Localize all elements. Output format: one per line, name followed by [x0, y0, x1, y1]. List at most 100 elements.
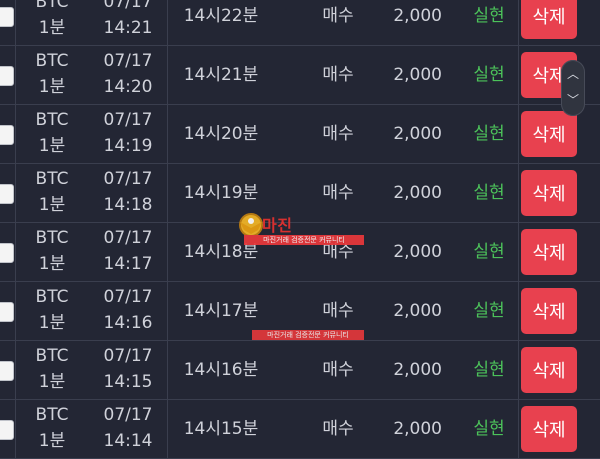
datetime-cell: 07/17 14:14 [96, 402, 160, 454]
column-divider [518, 0, 519, 45]
column-divider [15, 223, 16, 281]
row-checkbox[interactable] [0, 184, 14, 204]
symbol-label: BTC [35, 0, 69, 12]
delete-button[interactable]: 삭제 [521, 347, 577, 393]
symbol-cell: BTC 1분 [24, 0, 80, 41]
column-divider [15, 400, 16, 458]
watermark-subtitle: 마진거래 검증전문 커뮤니티 [244, 235, 364, 245]
column-divider [15, 282, 16, 340]
row-checkbox[interactable] [0, 420, 14, 440]
row-checkbox[interactable] [0, 302, 14, 322]
symbol-label: BTC [35, 228, 69, 248]
watermark-title: 마진 [262, 216, 293, 235]
amount-label: 2,000 [393, 242, 442, 262]
date-label: 07/17 [103, 110, 153, 130]
symbol-cell: BTC 1분 [24, 225, 80, 277]
round-label: 14시20분 [183, 124, 259, 144]
status-label: 실현 [473, 301, 505, 321]
time-label: 14:21 [103, 18, 153, 38]
chevron-down-icon[interactable]: ﹀ [561, 94, 585, 106]
side-label: 매수 [322, 65, 354, 85]
symbol-label: BTC [35, 110, 69, 130]
column-divider [15, 164, 16, 222]
round-label: 14시16분 [183, 360, 259, 380]
symbol-label: BTC [35, 287, 69, 307]
side-label: 매수 [322, 419, 354, 439]
column-divider [518, 164, 519, 222]
date-label: 07/17 [103, 287, 153, 307]
status-label: 실현 [473, 360, 505, 380]
amount-label: 2,000 [393, 65, 442, 85]
column-divider [518, 105, 519, 163]
delete-button[interactable]: 삭제 [521, 170, 577, 216]
symbol-cell: BTC 1분 [24, 48, 80, 100]
trade-row: BTC 1분 07/17 14:14 14시15분 매수 2,000 실현 삭제 [0, 400, 600, 459]
time-label: 14:17 [103, 254, 153, 274]
round-label: 14시22분 [183, 6, 259, 26]
round-label: 14시15분 [183, 419, 259, 439]
time-label: 14:20 [103, 77, 153, 97]
row-checkbox[interactable] [0, 243, 14, 263]
column-divider [518, 341, 519, 399]
status-label: 실현 [473, 6, 505, 26]
symbol-label: BTC [35, 51, 69, 71]
interval-label: 1분 [38, 254, 66, 274]
delete-button[interactable]: 삭제 [521, 229, 577, 275]
symbol-label: BTC [35, 346, 69, 366]
column-divider [15, 105, 16, 163]
delete-button[interactable]: 삭제 [521, 0, 577, 39]
symbol-cell: BTC 1분 [24, 166, 80, 218]
watermark-subtitle-repeat: 마진거래 검증전문 커뮤니티 [252, 330, 364, 340]
side-label: 매수 [322, 360, 354, 380]
symbol-cell: BTC 1분 [24, 284, 80, 336]
date-label: 07/17 [103, 169, 153, 189]
status-label: 실현 [473, 242, 505, 262]
column-divider [518, 46, 519, 104]
round-label: 14시21분 [183, 65, 259, 85]
symbol-label: BTC [35, 405, 69, 425]
chevron-up-icon[interactable]: ︿ [561, 68, 585, 80]
amount-label: 2,000 [393, 360, 442, 380]
row-checkbox[interactable] [0, 66, 14, 86]
status-label: 실현 [473, 124, 505, 144]
status-label: 실현 [473, 183, 505, 203]
scroll-control[interactable]: ︿ ﹀ [561, 60, 585, 116]
column-divider [15, 341, 16, 399]
interval-label: 1분 [38, 431, 66, 451]
row-checkbox[interactable] [0, 125, 14, 145]
date-label: 07/17 [103, 405, 153, 425]
time-label: 14:19 [103, 136, 153, 156]
row-checkbox[interactable] [0, 361, 14, 381]
column-divider [518, 282, 519, 340]
time-label: 14:16 [103, 313, 153, 333]
amount-label: 2,000 [393, 301, 442, 321]
interval-label: 1분 [38, 372, 66, 392]
datetime-cell: 07/17 14:18 [96, 166, 160, 218]
datetime-cell: 07/17 14:20 [96, 48, 160, 100]
delete-button[interactable]: 삭제 [521, 111, 577, 157]
trade-row: BTC 1분 07/17 14:19 14시20분 매수 2,000 실현 삭제 [0, 105, 600, 164]
datetime-cell: 07/17 14:17 [96, 225, 160, 277]
datetime-cell: 07/17 14:19 [96, 107, 160, 159]
symbol-cell: BTC 1분 [24, 402, 80, 454]
datetime-cell: 07/17 14:16 [96, 284, 160, 336]
delete-button[interactable]: 삭제 [521, 406, 577, 452]
trade-row: BTC 1분 07/17 14:20 14시21분 매수 2,000 실현 삭제 [0, 46, 600, 105]
interval-label: 1분 [38, 136, 66, 156]
delete-button[interactable]: 삭제 [521, 288, 577, 334]
row-checkbox[interactable] [0, 7, 14, 27]
column-divider [518, 400, 519, 458]
time-label: 14:14 [103, 431, 153, 451]
status-label: 실현 [473, 65, 505, 85]
interval-label: 1분 [38, 195, 66, 215]
trade-row: BTC 1분 07/17 14:15 14시16분 매수 2,000 실현 삭제 [0, 341, 600, 400]
amount-label: 2,000 [393, 6, 442, 26]
datetime-cell: 07/17 14:15 [96, 343, 160, 395]
status-label: 실현 [473, 419, 505, 439]
datetime-cell: 07/17 14:21 [96, 0, 160, 41]
amount-label: 2,000 [393, 419, 442, 439]
side-label: 매수 [322, 6, 354, 26]
interval-label: 1분 [38, 77, 66, 97]
time-label: 14:15 [103, 372, 153, 392]
column-divider [518, 223, 519, 281]
